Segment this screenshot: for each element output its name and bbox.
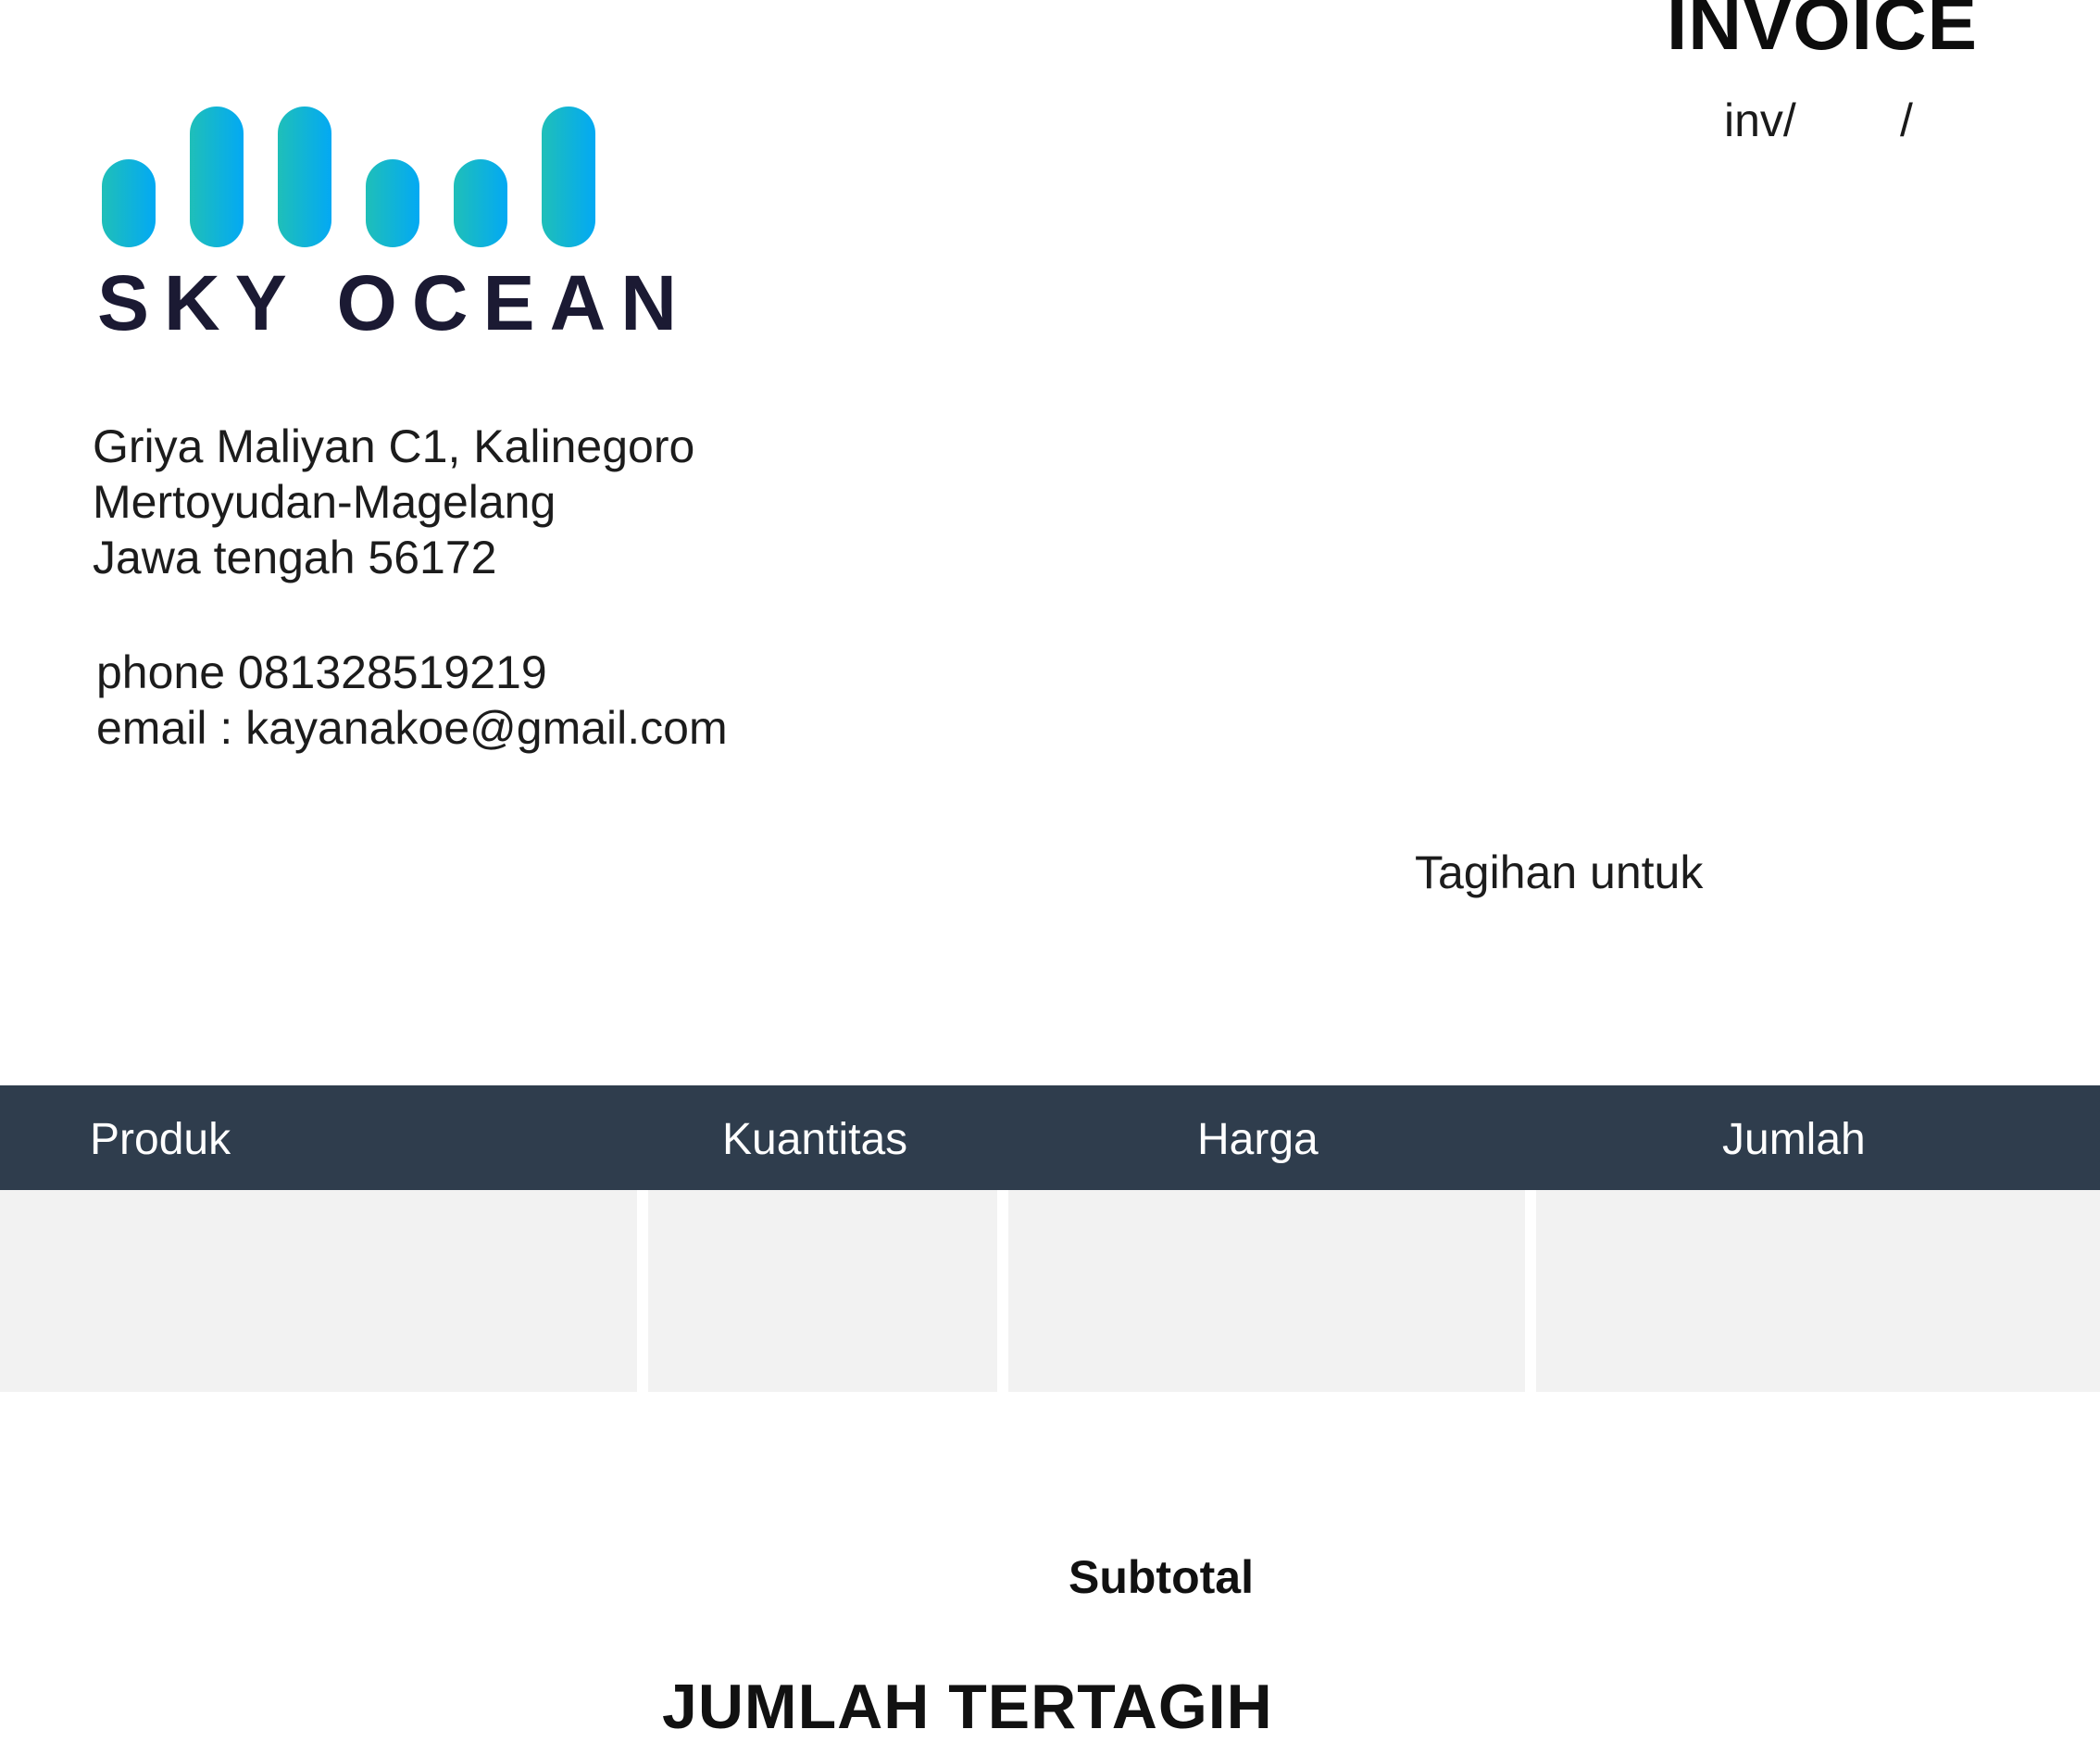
column-header-quantity: Kuantitas (722, 1115, 908, 1164)
table-cell-product (0, 1190, 637, 1392)
logo-bar (102, 159, 156, 247)
logo-bar (454, 159, 507, 247)
company-phone: phone 081328519219 (96, 646, 547, 698)
logo-bar (366, 159, 419, 247)
logo-bar (190, 107, 244, 247)
invoice-number-prefix: inv/ (1724, 94, 1796, 146)
subtotal-label: Subtotal (1069, 1551, 1254, 1603)
company-email: email : kayanakoe@gmail.com (96, 702, 728, 754)
column-header-amount: Jumlah (1722, 1115, 1866, 1164)
table-cell-amount (1536, 1190, 2100, 1392)
company-name: SKY OCEAN (97, 259, 692, 346)
total-due-label: JUMLAH TERTAGIH (662, 1672, 1273, 1742)
invoice-number-separator: / (1900, 94, 1913, 146)
address-line-2: Mertoyudan-Magelang (93, 476, 556, 528)
table-cell-quantity (648, 1190, 997, 1392)
column-header-product: Produk (90, 1115, 231, 1164)
column-header-price: Harga (1197, 1115, 1319, 1164)
bill-to-label: Tagihan untuk (1415, 846, 1704, 898)
address-line-3: Jawa tengah 56172 (93, 532, 497, 583)
logo-bar (278, 107, 331, 247)
table-cell-price (1008, 1190, 1525, 1392)
logo-bar (542, 107, 595, 247)
address-line-1: Griya Maliyan C1, Kalinegoro (93, 420, 695, 472)
invoice-title: INVOICE (1667, 0, 1978, 65)
